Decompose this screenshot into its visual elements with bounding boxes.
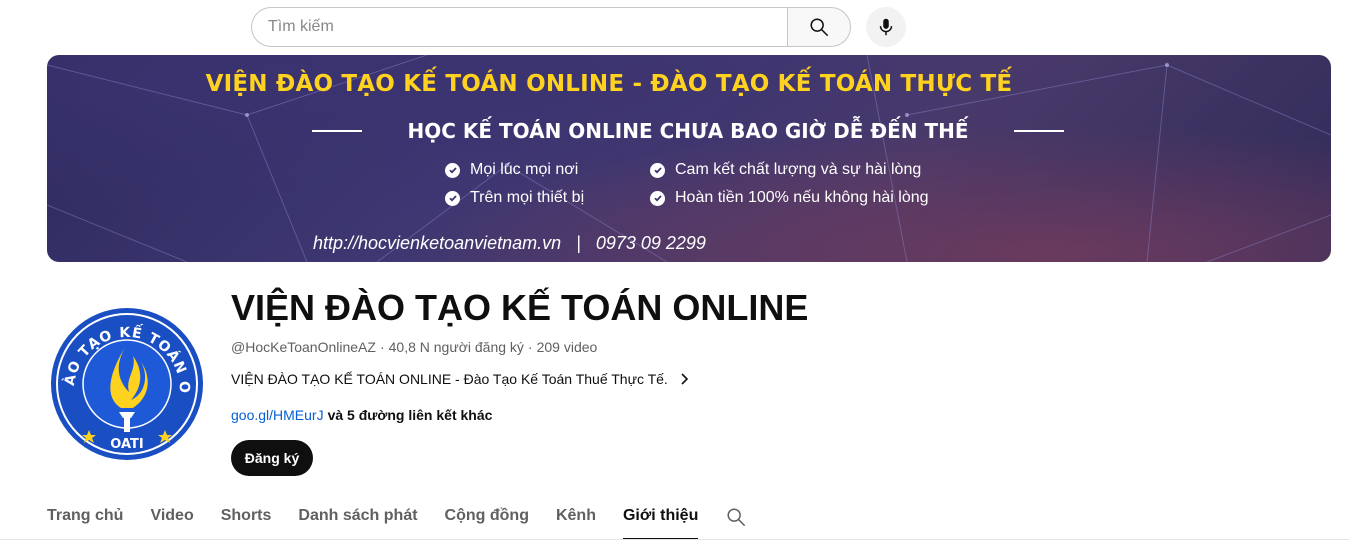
- mic-icon: [879, 18, 893, 36]
- channel-links: goo.gl/HMEurJ và 5 đường liên kết khác: [231, 407, 492, 423]
- channel-avatar[interactable]: VIỆN ĐÀO TẠO KẾ TOÁN ONLINE OATI: [47, 304, 207, 464]
- banner-subtitle-row: HỌC KẾ TOÁN ONLINE CHƯA BAO GIỜ DỄ ĐẾN T…: [312, 119, 1064, 143]
- banner-bullet: Cam kết chất lượng và sự hài lòng: [650, 161, 921, 179]
- subscriber-count: 40,8 N người đăng ký: [388, 339, 524, 355]
- search-icon: [727, 508, 746, 526]
- banner-contact: http://hocvienketoanvietnam.vn | 0973 09…: [313, 233, 706, 253]
- tab-search-button[interactable]: [725, 500, 747, 540]
- banner-bullet-text: Trên mọi thiết bị: [470, 189, 585, 206]
- check-circle-icon: [445, 162, 460, 178]
- meta-separator: ·: [527, 339, 533, 355]
- banner-bullet-text: Cam kết chất lượng và sự hài lòng: [675, 161, 922, 178]
- channel-description[interactable]: VIỆN ĐÀO TẠO KẾ TOÁN ONLINE - Đào Tạo Kế…: [231, 371, 692, 387]
- tab-community[interactable]: Cộng đồng: [445, 500, 529, 540]
- tab-shorts[interactable]: Shorts: [221, 500, 272, 540]
- tab-channels[interactable]: Kênh: [556, 500, 596, 540]
- divider-line: [1014, 130, 1064, 132]
- banner-bullet-text: Hoàn tiền 100% nếu không hài lòng: [675, 189, 929, 206]
- tab-playlists[interactable]: Danh sách phát: [298, 500, 417, 540]
- voice-search-button[interactable]: [866, 7, 906, 47]
- video-count: 209 video: [536, 339, 598, 355]
- check-circle-icon: [445, 190, 460, 206]
- channel-name: VIỆN ĐÀO TẠO KẾ TOÁN ONLINE: [231, 287, 809, 328]
- meta-separator: ·: [379, 339, 385, 355]
- banner-title: VIỆN ĐÀO TẠO KẾ TOÁN ONLINE - ĐÀO TẠO KẾ…: [205, 71, 1013, 97]
- search-input[interactable]: [268, 18, 787, 36]
- channel-meta: @HocKeToanOnlineAZ · 40,8 N người đăng k…: [231, 339, 597, 355]
- channel-link[interactable]: goo.gl/HMEurJ: [231, 407, 324, 423]
- search-box[interactable]: [251, 7, 787, 47]
- search-icon: [810, 18, 828, 36]
- more-links-button[interactable]: và 5 đường liên kết khác: [328, 407, 493, 423]
- banner-bullet-text: Mọi lúc mọi nơi: [470, 161, 579, 178]
- search-bar: [251, 7, 851, 47]
- logo-bottom-text: OATI: [110, 437, 143, 452]
- banner-bullet: Mọi lúc mọi nơi: [445, 161, 578, 179]
- subscribe-button[interactable]: Đăng ký: [231, 440, 313, 476]
- oati-logo: VIỆN ĐÀO TẠO KẾ TOÁN ONLINE OATI: [47, 304, 203, 460]
- chevron-right-icon: [681, 373, 688, 385]
- check-circle-icon: [650, 190, 665, 206]
- banner-bullet: Hoàn tiền 100% nếu không hài lòng: [650, 189, 929, 207]
- tab-home[interactable]: Trang chủ: [47, 500, 123, 540]
- banner-subtitle: HỌC KẾ TOÁN ONLINE CHƯA BAO GIỜ DỄ ĐẾN T…: [407, 119, 969, 143]
- channel-tabs: Trang chủ Video Shorts Danh sách phát Cộ…: [47, 500, 774, 540]
- tab-videos[interactable]: Video: [150, 500, 193, 540]
- divider-line: [312, 130, 362, 132]
- search-button[interactable]: [787, 7, 851, 47]
- banner-bullet: Trên mọi thiết bị: [445, 189, 584, 207]
- check-circle-icon: [650, 162, 665, 178]
- channel-handle: @HocKeToanOnlineAZ: [231, 339, 376, 355]
- tab-about[interactable]: Giới thiệu: [622, 500, 699, 540]
- tabs-divider: [0, 539, 1349, 540]
- channel-banner: VIỆN ĐÀO TẠO KẾ TOÁN ONLINE - ĐÀO TẠO KẾ…: [47, 55, 1331, 262]
- channel-description-text: VIỆN ĐÀO TẠO KẾ TOÁN ONLINE - Đào Tạo Kế…: [231, 371, 668, 387]
